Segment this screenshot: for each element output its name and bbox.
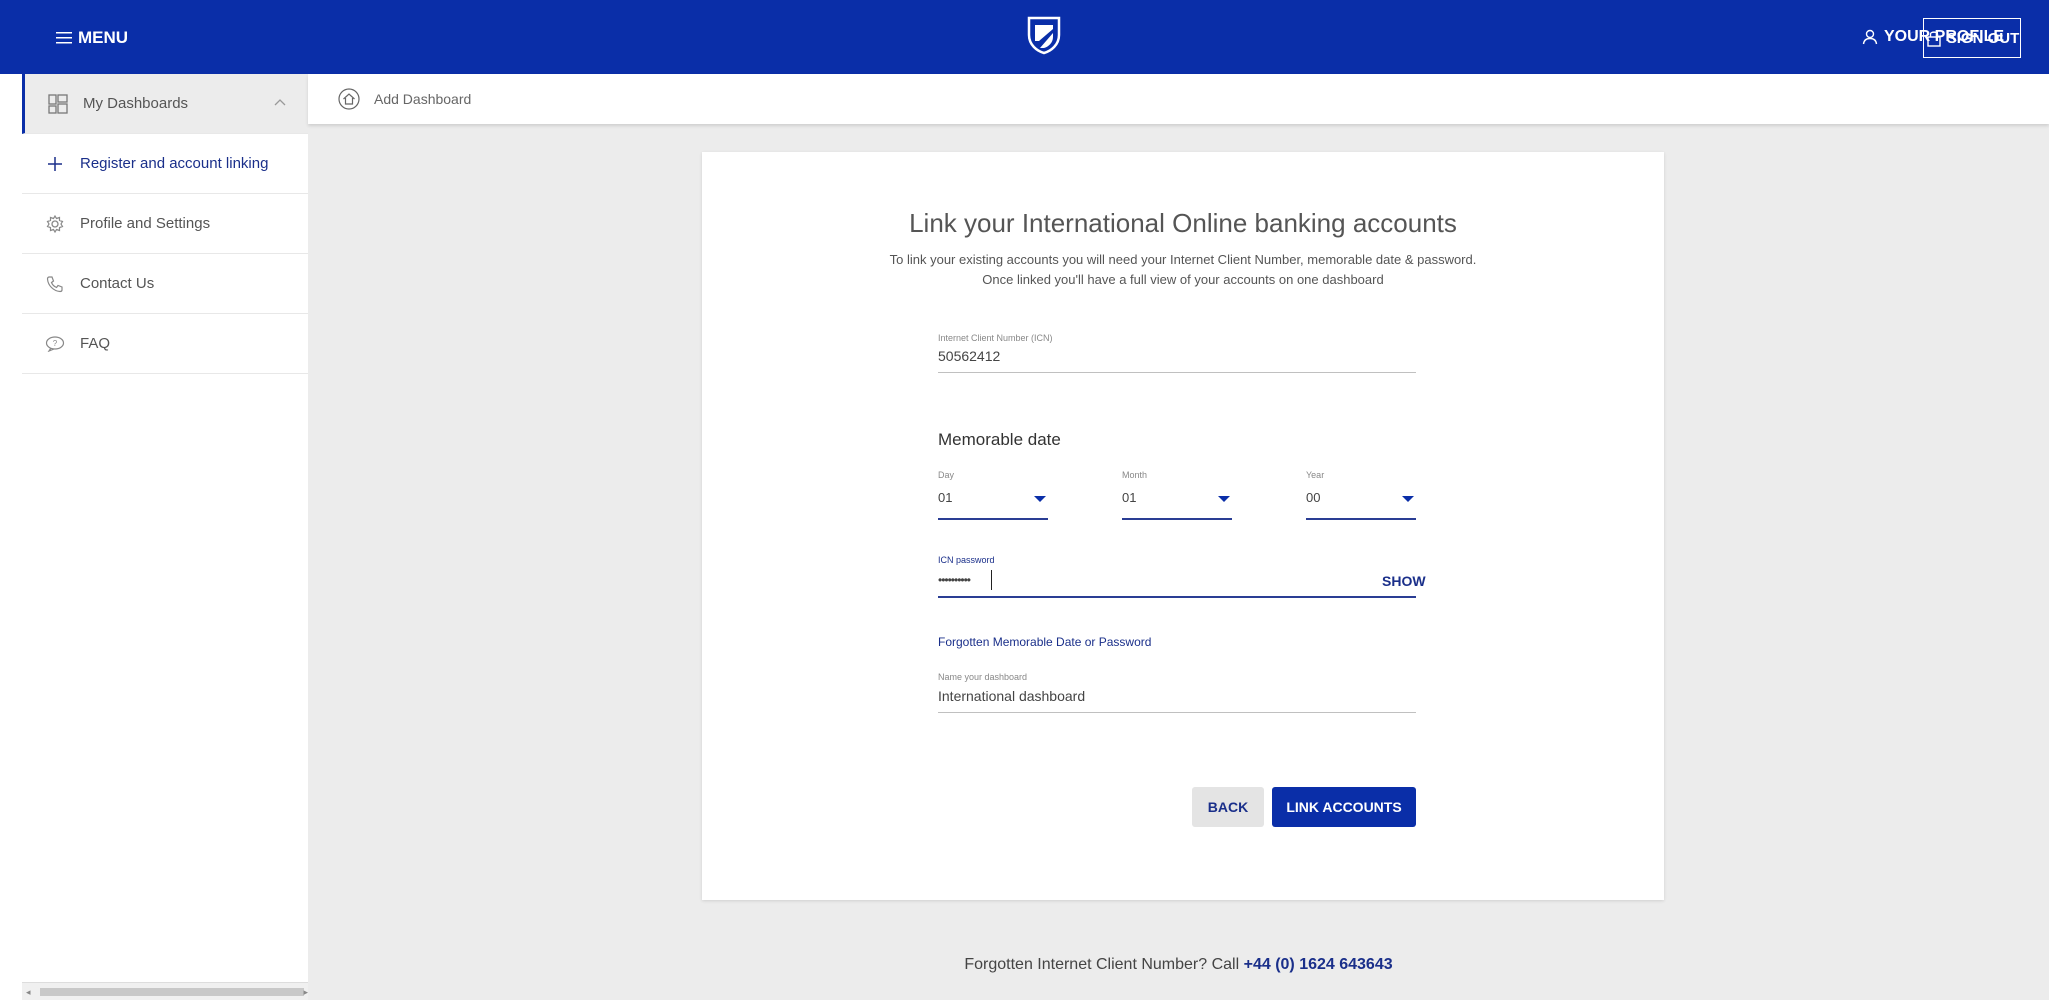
dashboard-name-label: Name your dashboard: [938, 672, 1028, 682]
scroll-left-icon[interactable]: ◂: [26, 987, 31, 998]
dropdown-arrow-icon: [1218, 496, 1230, 502]
sidebar-item-profile-settings[interactable]: Profile and Settings: [22, 194, 308, 254]
footer-phone-link[interactable]: +44 (0) 1624 643643: [1244, 956, 1393, 973]
lock-icon: [1927, 31, 1941, 47]
text-cursor: [991, 570, 992, 590]
password-underline: [938, 596, 1416, 598]
page-subtitle: To link your existing accounts you will …: [702, 250, 1664, 290]
sidebar-item-contact-us[interactable]: Contact Us: [22, 254, 308, 314]
menu-label: MENU: [78, 28, 129, 47]
page-title: Link your International Online banking a…: [909, 208, 1457, 238]
month-label: Month: [1122, 470, 1148, 480]
year-value: 00: [1306, 490, 1321, 505]
hamburger-icon: [56, 32, 72, 44]
password-label: ICN password: [938, 555, 995, 565]
bank-logo-icon: [1027, 16, 1061, 55]
footer-help: Forgotten Internet Client Number? Call +…: [308, 956, 2049, 974]
link-accounts-card: Link your International Online banking a…: [702, 152, 1664, 900]
phone-icon: [44, 273, 66, 295]
icn-underline: [938, 372, 1416, 373]
year-select[interactable]: Year 00: [1306, 470, 1416, 524]
show-password-button[interactable]: SHOW: [1382, 573, 1426, 589]
menu-button[interactable]: MENU: [56, 28, 128, 48]
icn-value[interactable]: 50562412: [938, 348, 1000, 364]
day-underline: [938, 518, 1048, 520]
footer-text: Forgotten Internet Client Number? Call: [964, 956, 1240, 973]
sidebar-item-label: Register and account linking: [80, 155, 269, 172]
gear-icon: [44, 213, 66, 235]
dashboard-icon: [47, 93, 69, 115]
add-dashboard-button[interactable]: Add Dashboard: [338, 88, 471, 110]
sign-out-label: SIGN OUT: [1946, 29, 2020, 47]
dropdown-arrow-icon: [1034, 496, 1046, 502]
sidebar-item-register[interactable]: Register and account linking: [22, 134, 308, 194]
home-icon: [338, 88, 360, 110]
sub-toolbar: Add Dashboard: [308, 74, 2049, 124]
day-value: 01: [938, 490, 953, 505]
sidebar-item-faq[interactable]: ? FAQ: [22, 314, 308, 374]
user-icon: [1862, 29, 1878, 45]
icn-label: Internet Client Number (ICN): [938, 333, 1053, 343]
sidebar: My Dashboards Register and account linki…: [22, 74, 312, 1000]
faq-icon: ?: [44, 333, 66, 355]
day-label: Day: [938, 470, 955, 480]
dashboard-name-value[interactable]: International dashboard: [938, 688, 1085, 704]
sidebar-item-my-dashboards[interactable]: My Dashboards: [22, 74, 308, 134]
subtitle-line-1: To link your existing accounts you will …: [889, 252, 1477, 267]
forgot-date-password-link[interactable]: Forgotten Memorable Date or Password: [938, 635, 1151, 649]
top-bar: MENU YOUR PROFILE SIGN OUT: [0, 0, 2049, 74]
dropdown-arrow-icon: [1402, 496, 1414, 502]
main-content: Add Dashboard Link your International On…: [308, 74, 2049, 1000]
add-dashboard-label: Add Dashboard: [374, 91, 472, 107]
back-button[interactable]: BACK: [1192, 787, 1264, 827]
svg-text:?: ?: [53, 339, 58, 348]
horizontal-scrollbar[interactable]: ◂ ▸: [22, 982, 312, 1000]
password-value[interactable]: ••••••••••: [938, 573, 971, 587]
sidebar-item-label: Contact Us: [80, 275, 155, 292]
sidebar-item-label: FAQ: [80, 335, 111, 352]
sidebar-item-label: My Dashboards: [83, 95, 189, 112]
chevron-up-icon[interactable]: [274, 98, 286, 106]
dashboard-name-underline: [938, 712, 1416, 713]
year-label: Year: [1306, 470, 1325, 480]
sign-out-button[interactable]: SIGN OUT: [1923, 18, 2021, 58]
day-select[interactable]: Day 01: [938, 470, 1048, 524]
month-value: 01: [1122, 490, 1137, 505]
month-underline: [1122, 518, 1232, 520]
link-accounts-button[interactable]: LINK ACCOUNTS: [1272, 787, 1416, 827]
subtitle-line-2: Once linked you'll have a full view of y…: [982, 272, 1384, 287]
plus-icon: [44, 153, 66, 175]
memorable-date-title: Memorable date: [938, 430, 1061, 449]
sidebar-item-label: Profile and Settings: [80, 215, 211, 232]
scrollbar-thumb[interactable]: [40, 988, 304, 996]
year-underline: [1306, 518, 1416, 520]
month-select[interactable]: Month 01: [1122, 470, 1232, 524]
